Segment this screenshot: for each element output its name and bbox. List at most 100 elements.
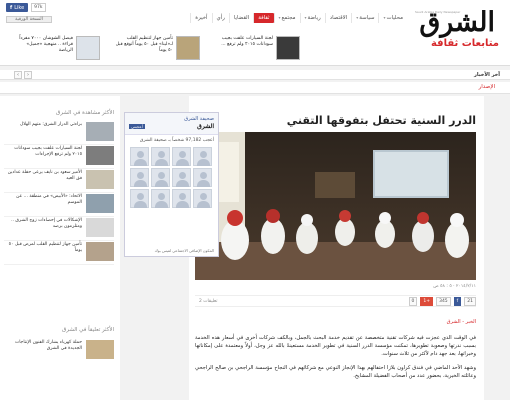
breadcrumb-bar: الإصدار <box>0 82 510 94</box>
article-date: ٢٠١٤/٢/١١ · ٥ : ٥٨ ص <box>433 284 476 289</box>
fb-widget-logo: الشرق <box>197 123 214 130</box>
facebook-page-widget[interactable]: صحيفة الشرق الشرق أعجبني أعجب 97,182 شخص… <box>124 112 219 257</box>
article-body: في الوقت الذي عجزت فيه شركات تقنية متخصص… <box>195 334 476 386</box>
list-item-title: حملة كهرباء يشارك الفنون الإنتاجات الجدي… <box>14 340 82 351</box>
nav-item-label: سياسة <box>359 14 375 21</box>
nav-item[interactable]: سياسة▾ <box>351 12 378 23</box>
list-item-thumbnail <box>86 146 114 165</box>
fb-fan-avatar[interactable] <box>172 147 191 166</box>
nav-item[interactable]: رأي <box>211 12 229 23</box>
strip-headline: فيصل الشوشان ٧٠٠٠ مفرداً قراءة .. منهجية… <box>19 36 73 53</box>
fb-widget-like-button[interactable]: أعجبني <box>129 124 145 129</box>
nav-item-label: ثقافة <box>258 14 270 21</box>
facebook-share-button[interactable]: f <box>453 296 462 306</box>
prev-arrow-icon[interactable]: ‹ <box>14 71 22 79</box>
main-nav: محليات▾ سياسة▾ الاقتصاد رياضة▾ مجتمع▾ ثقافة ال… <box>117 12 407 23</box>
social-buttons: f Like 97k <box>6 3 46 12</box>
strip-item[interactable]: لجنة السيارات علفت بجيب سودانات ٢٠١٥ ولم… <box>213 36 300 62</box>
list-item[interactable]: براءتي الدرار الشرق: متهم الهلال <box>4 122 114 145</box>
nav-item[interactable]: أخيرة <box>190 12 211 23</box>
fb-widget-title[interactable]: صحيفة الشرق <box>184 116 214 122</box>
most-commented-heading: الأكثر تعليقاً في الشرق <box>62 327 114 333</box>
fb-fan-avatar[interactable] <box>130 168 149 187</box>
strip-item[interactable]: فيصل الشوشان ٧٠٠٠ مفرداً قراءة .. منهجية… <box>13 36 100 62</box>
strip-headline: تأمين جهاز لتنظيم القلب لـ«لينا» قبل ٥٠ … <box>115 36 173 53</box>
next-arrow-icon[interactable]: › <box>24 71 32 79</box>
gplus-button[interactable]: +1 <box>420 296 434 306</box>
facebook-share-count: 345 <box>436 296 451 306</box>
list-item-thumbnail <box>86 242 114 261</box>
nav-item-label: الاقتصاد <box>329 14 348 21</box>
facebook-icon: f <box>10 4 13 11</box>
nav-item[interactable]: القضايا <box>228 12 253 23</box>
comments-count[interactable]: تعليقات 2 <box>199 299 217 304</box>
list-item-thumbnail <box>86 122 114 141</box>
section-title: متابعات ثقافة <box>430 38 499 49</box>
nav-item[interactable]: مجتمع▾ <box>273 12 300 23</box>
list-item[interactable]: حملة كهرباء يشارك الفنون الإنتاجات الجدي… <box>4 340 114 359</box>
fb-fan-avatar[interactable] <box>193 189 212 208</box>
news-arrows: ‹ › <box>14 71 32 79</box>
list-item-title: براءتي الدرار الشرق: متهم الهلال <box>19 122 82 127</box>
fb-fan-avatar[interactable] <box>151 168 170 187</box>
list-item-title: الإشكالات في إحصاءات زوج الشرق .. ومتلزم… <box>11 218 82 229</box>
fb-fan-avatar[interactable] <box>130 189 149 208</box>
fb-fan-avatar[interactable] <box>193 168 212 187</box>
fb-fan-avatar[interactable] <box>193 147 212 166</box>
list-item[interactable]: الاتحاد: «الأبيض» في منطقة ... عن الموسم <box>4 194 114 217</box>
fb-fan-avatar[interactable] <box>151 147 170 166</box>
nav-item[interactable]: الاقتصاد <box>324 12 352 23</box>
latest-news-label: آخر الأخبار <box>473 71 500 78</box>
gplus-count: 0 <box>408 296 418 306</box>
nav-item-label: القضايا <box>233 14 250 21</box>
list-item-title: لجنة السيارات علفت بجيب سودانات ٢٠١٥ ولم… <box>14 146 82 157</box>
facebook-count: 97k <box>31 3 46 12</box>
list-item[interactable]: لجنة السيارات علفت بجيب سودانات ٢٠١٥ ولم… <box>4 146 114 169</box>
most-viewed-sidebar: الأكثر مشاهدة في الشرق براءتي الدرار الش… <box>0 96 120 400</box>
nav-item-label: محليات <box>386 14 404 21</box>
list-item-thumbnail <box>86 340 114 359</box>
article-title: الدرر السنية تحتفل بتفوقها التقني <box>286 114 476 127</box>
strip-item[interactable]: تأمين جهاز لتنظيم القلب لـ«لينا» قبل ٥٠ … <box>113 36 200 62</box>
article-paragraph: في الوقت الذي عجزت فيه شركات تقنية متخصص… <box>195 335 476 357</box>
fb-fan-avatar[interactable] <box>172 189 191 208</box>
nav-item[interactable]: ثقافة <box>253 12 274 23</box>
strip-thumbnail <box>176 36 200 60</box>
breadcrumb[interactable]: الإصدار <box>479 84 495 90</box>
list-item[interactable]: الأمير سعود بن نايف يرعى حفلة عدادين فق … <box>4 170 114 193</box>
fb-fan-avatar[interactable] <box>151 189 170 208</box>
latest-news-bar: آخر الأخبار ‹ › <box>0 70 510 80</box>
strip-thumbnail <box>76 36 100 60</box>
article-author[interactable]: الخبر - الشرق <box>447 319 476 325</box>
list-item-thumbnail <box>86 170 114 189</box>
list-item-thumbnail <box>86 194 114 213</box>
nav-item[interactable]: رياضة▾ <box>299 12 325 23</box>
chevron-down-icon: ▾ <box>304 14 307 20</box>
article-main: الدرر السنية تحتفل بتفوقها التقني ٢٠١٤/٢… <box>189 96 484 400</box>
chevron-down-icon: ▾ <box>356 14 359 20</box>
nav-item-label: أخيرة <box>195 14 208 21</box>
facebook-like-label: Like <box>14 4 25 11</box>
list-item-title: تأمين جهاز لتنظيم القلب لمرض قبل ٥٠ يوما… <box>8 242 82 253</box>
most-viewed-list: براءتي الدرار الشرق: متهم الهلال لجنة الس… <box>4 122 114 266</box>
list-item[interactable]: تأمين جهاز لتنظيم القلب لمرض قبل ٥٠ يوما… <box>4 242 114 265</box>
article-photo[interactable] <box>195 132 476 280</box>
chevron-down-icon: ▾ <box>383 14 386 20</box>
site-logo[interactable]: الشرق Saudi Arabia Daily Newspaper متابع… <box>415 8 499 52</box>
list-item-title: الاتحاد: «الأبيض» في منطقة ... عن الموسم <box>16 194 82 205</box>
nav-item-label: رياضة <box>307 14 321 21</box>
facebook-like-button[interactable]: f Like <box>6 3 29 12</box>
list-item-thumbnail <box>86 218 114 237</box>
print-edition-link[interactable]: النسخة الورقية <box>6 16 52 23</box>
fb-widget-faces <box>128 147 212 208</box>
logo-tagline: Saudi Arabia Daily Newspaper <box>415 10 461 14</box>
nav-item-label: مجتمع <box>281 14 296 21</box>
fb-fan-avatar[interactable] <box>130 147 149 166</box>
nav-item[interactable]: محليات▾ <box>378 12 407 23</box>
list-item[interactable]: الإشكالات في إحصاءات زوج الشرق .. ومتلزم… <box>4 218 114 241</box>
fb-widget-footer: المكون الإضافي الاجتماعي لفيس بوك <box>154 248 214 253</box>
share-bar: 21 f 345 +1 0 تعليقات 2 <box>195 295 476 307</box>
chevron-down-icon: ▾ <box>278 14 281 20</box>
most-viewed-heading: الأكثر مشاهدة في الشرق <box>55 110 114 116</box>
fb-fan-avatar[interactable] <box>172 168 191 187</box>
